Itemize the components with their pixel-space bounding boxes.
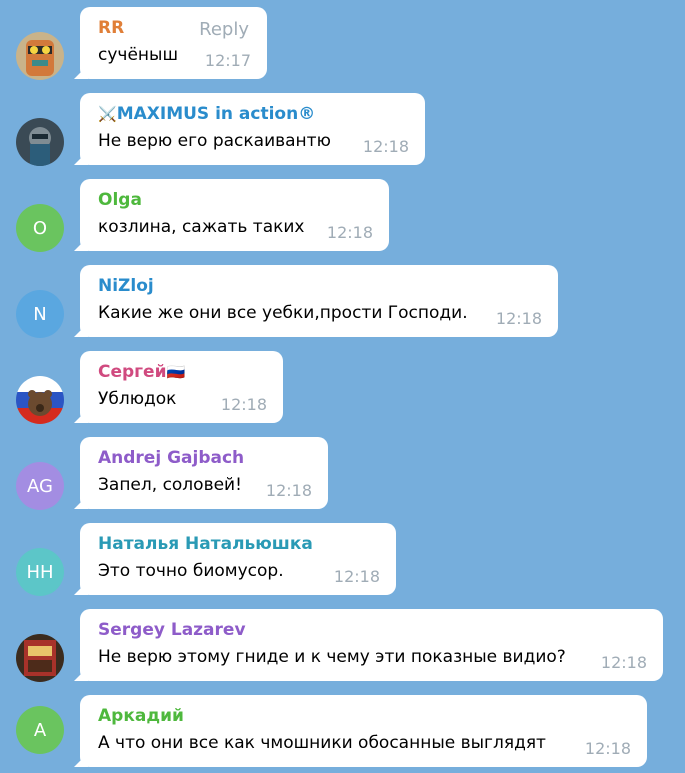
sender-name[interactable]: Olga <box>98 189 371 211</box>
user-avatar[interactable] <box>16 634 64 682</box>
user-avatar[interactable]: HH <box>16 548 64 596</box>
sender-name[interactable]: Andrej Gajbach <box>98 447 310 469</box>
message-bubble[interactable]: Сергей🇷🇺 Ублюдок 12:18 <box>80 351 283 423</box>
message-text: А что они все как чмошники обосанные выг… <box>98 733 546 753</box>
avatar-initials: A <box>33 719 47 741</box>
sender-name[interactable]: Сергей🇷🇺 <box>98 361 265 383</box>
user-avatar[interactable] <box>16 376 64 424</box>
message-text: Не верю этому гниде и к чему эти показны… <box>98 647 566 667</box>
cartoon-character-avatar-icon <box>16 32 64 80</box>
user-avatar[interactable]: AG <box>16 462 64 510</box>
sender-name[interactable]: ⚔️MAXIMUS in action® <box>98 103 407 125</box>
user-avatar[interactable] <box>16 118 64 166</box>
message-time: 12:18 <box>265 481 312 500</box>
avatar-initials: AG <box>27 475 53 497</box>
message-bubble[interactable]: Olga козлина, сажать таких 12:18 <box>80 179 389 251</box>
masked-person-avatar-icon <box>16 118 64 166</box>
swords-icon: ⚔️ <box>98 105 117 123</box>
message-time: 12:18 <box>495 309 542 328</box>
message-time: 12:18 <box>326 223 373 242</box>
message-time: 12:18 <box>600 653 647 672</box>
user-avatar[interactable]: N <box>16 290 64 338</box>
sender-name[interactable]: NiZloj <box>98 275 540 297</box>
user-avatar[interactable]: A <box>16 706 64 754</box>
user-avatar[interactable]: O <box>16 204 64 252</box>
avatar-initials: N <box>33 303 47 325</box>
message-bubble[interactable]: NiZloj Какие же они все уебки,прости Гос… <box>80 265 558 337</box>
message-text: Какие же они все уебки,прости Господи. <box>98 303 468 323</box>
message-time: 12:18 <box>220 395 267 414</box>
message-time: 12:18 <box>584 739 631 758</box>
user-avatar[interactable] <box>16 32 64 80</box>
reply-button[interactable]: Reply <box>199 19 249 40</box>
message-bubble[interactable]: ⚔️MAXIMUS in action® Не верю его раскаив… <box>80 93 425 165</box>
message-bubble[interactable]: Аркадий А что они все как чмошники обоса… <box>80 695 647 767</box>
message-time: 12:17 <box>204 51 251 70</box>
message-bubble[interactable]: Наталья Натальюшка Это точно биомусор. 1… <box>80 523 396 595</box>
sender-name[interactable]: Аркадий <box>98 705 629 727</box>
russia-flag-icon: 🇷🇺 <box>166 363 186 381</box>
bear-flag-avatar-icon <box>16 376 64 424</box>
avatar-initials: O <box>32 217 48 239</box>
message-time: 12:18 <box>333 567 380 586</box>
sender-name[interactable]: Sergey Lazarev <box>98 619 645 641</box>
sender-name[interactable]: Наталья Натальюшка <box>98 533 378 555</box>
poster-avatar-icon <box>16 634 64 682</box>
message-text: Не верю его раскаивантю <box>98 131 331 151</box>
message-bubble[interactable]: RR сучёныш Reply 12:17 <box>80 7 267 79</box>
message-bubble[interactable]: Andrej Gajbach Запел, соловей! 12:18 <box>80 437 328 509</box>
message-time: 12:18 <box>362 137 409 156</box>
avatar-initials: HH <box>26 561 54 583</box>
message-bubble[interactable]: Sergey Lazarev Не верю этому гниде и к ч… <box>80 609 663 681</box>
